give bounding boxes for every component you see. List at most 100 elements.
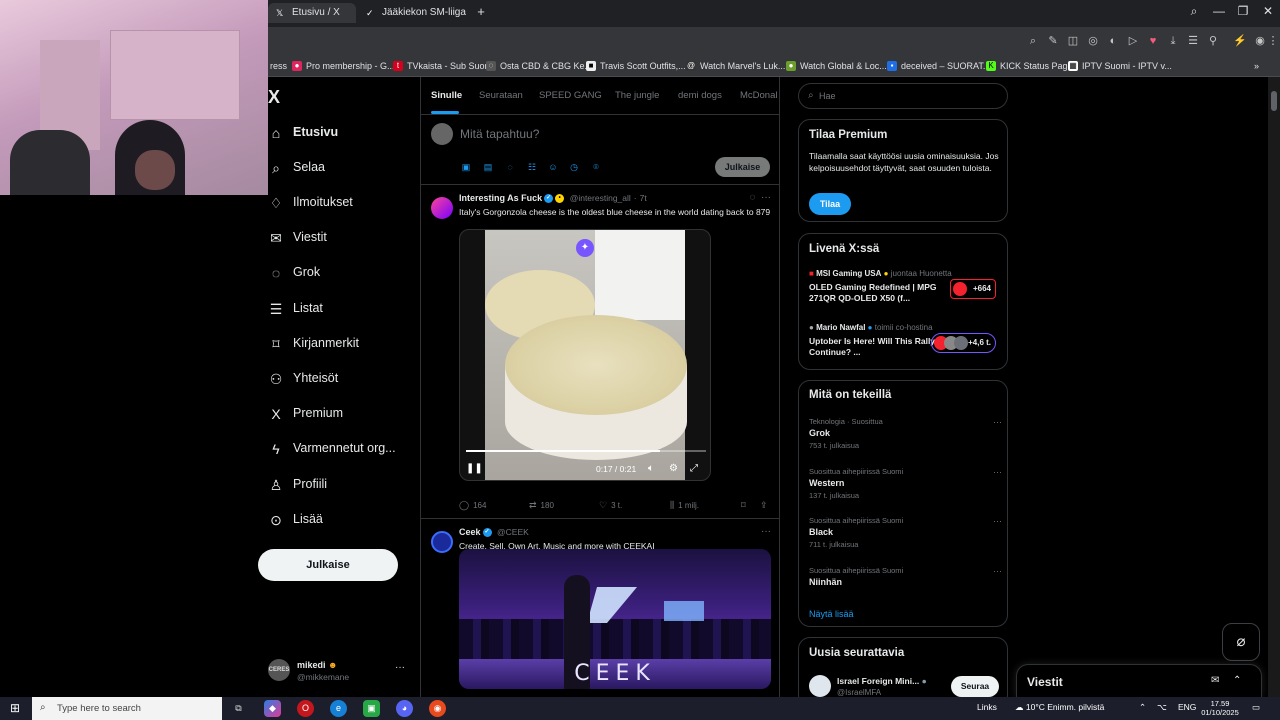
grok-fab-icon[interactable]: ⌀ bbox=[1222, 623, 1260, 661]
messages-drawer[interactable]: Viestit ✉ ⌃ bbox=[1016, 664, 1262, 697]
more-icon[interactable]: ··· bbox=[993, 566, 1002, 576]
more-icon[interactable]: ··· bbox=[993, 417, 1002, 427]
bookmark-item[interactable]: ▦ IPTV Suomi - IPTV v... bbox=[1068, 59, 1172, 73]
close-window-button[interactable]: ✕ bbox=[1256, 4, 1280, 18]
notifications-icon[interactable]: ▭ bbox=[1252, 702, 1260, 713]
edit-icon[interactable]: ✎ bbox=[1046, 34, 1060, 48]
bookmark-item[interactable]: K KICK Status Page bbox=[986, 59, 1073, 73]
reply-button[interactable]: ◯ 164 bbox=[459, 497, 486, 514]
poll-icon[interactable]: ☷ bbox=[526, 161, 538, 173]
browser-tab-x[interactable]: 𝕏 Etusivu / X bbox=[268, 3, 356, 23]
tray-chevron-icon[interactable]: ⌃ bbox=[1139, 702, 1146, 713]
taskbar-search-input[interactable]: ⌕ Type here to search bbox=[32, 697, 222, 720]
compose-input[interactable]: Mitä tapahtuu? bbox=[460, 127, 539, 141]
bookmark-item[interactable]: t TVkaista - Sub Suora bbox=[393, 59, 493, 73]
browser-tab-liiga[interactable]: ✓ Jääkiekon SM-liiga – Liiga bbox=[358, 3, 468, 23]
bookmark-item[interactable]: @ Watch Marvel's Luk... bbox=[686, 59, 785, 73]
links-toolbar[interactable]: Links bbox=[977, 702, 997, 712]
more-icon[interactable]: ◌ ··· bbox=[750, 192, 772, 203]
gif-icon[interactable]: ▤ bbox=[482, 161, 494, 173]
extension-icon[interactable]: ◎ bbox=[1086, 34, 1100, 48]
tab-search-icon[interactable]: ⌕ bbox=[1182, 4, 1206, 19]
chevron-up-icon[interactable]: ⌃ bbox=[1233, 675, 1241, 686]
live-space-item[interactable]: ● Mario Nawfal ● toimii co-hostina Uptob… bbox=[809, 323, 1004, 363]
nav-item-more[interactable]: ⊙ Lisää bbox=[268, 509, 418, 533]
reading-list-icon[interactable]: ☰ bbox=[1186, 34, 1200, 48]
bookmark-item[interactable]: ▪ deceived – SUORAT... bbox=[887, 59, 990, 73]
tab-mcdonalds[interactable]: McDonal bbox=[740, 90, 778, 101]
tweet[interactable]: Interesting As Fuck ✓ • @interesting_all · 7… bbox=[421, 189, 779, 519]
nav-item-bookmarks[interactable]: ⌑ Kirjanmerkit bbox=[268, 333, 418, 357]
extensions-icon[interactable]: ⚲ bbox=[1206, 34, 1220, 48]
nav-item-verified-orgs[interactable]: ϟ Varmennetut org... bbox=[268, 438, 418, 462]
more-bookmarks-icon[interactable]: » bbox=[1254, 59, 1259, 73]
follow-button[interactable]: Seuraa bbox=[951, 676, 999, 697]
tab-the-jungle[interactable]: The jungle bbox=[615, 90, 659, 101]
tweet-author[interactable]: Interesting As Fuck ✓ • @interesting_all · 7… bbox=[459, 193, 647, 204]
task-view-icon[interactable]: ⧉ bbox=[230, 700, 247, 717]
copilot-icon[interactable]: ◆ bbox=[264, 700, 281, 717]
avatar[interactable] bbox=[431, 197, 453, 219]
trend-item[interactable]: Suosittua aihepiirissä Suomi Black 711 t… bbox=[809, 516, 1004, 556]
scrollbar[interactable] bbox=[1268, 77, 1280, 697]
nav-item-profile[interactable]: ♙ Profiili bbox=[268, 474, 418, 498]
more-icon[interactable]: ··· bbox=[761, 526, 771, 537]
bookmark-item[interactable]: ● Watch Global & Loc... bbox=[786, 59, 887, 73]
new-message-icon[interactable]: ✉ bbox=[1211, 675, 1219, 686]
tweet-author[interactable]: Ceek ✓ @CEEK bbox=[459, 527, 529, 538]
trend-item[interactable]: Teknologia · Suosittua Grok 753 t. julka… bbox=[809, 417, 1004, 457]
download-icon[interactable]: ⤓ bbox=[1166, 34, 1180, 48]
nav-item-premium[interactable]: X Premium bbox=[268, 403, 418, 427]
video-progress-bar[interactable] bbox=[466, 450, 706, 452]
windows-start-icon[interactable]: ⊞ bbox=[0, 697, 30, 720]
bookmark-button[interactable]: ⌑ bbox=[741, 497, 750, 514]
clock[interactable]: 17.59 01/10/2025 bbox=[1198, 699, 1242, 717]
more-icon[interactable]: ··· bbox=[993, 516, 1002, 526]
like-button[interactable]: ♡ 3 t. bbox=[599, 497, 622, 514]
location-icon[interactable]: ⌾ bbox=[590, 161, 602, 173]
play-icon[interactable]: ▷ bbox=[1126, 34, 1140, 48]
more-icon[interactable]: ··· bbox=[395, 662, 405, 673]
weather-widget[interactable]: ☁ 10°C Enimm. pilvistä bbox=[1015, 702, 1104, 713]
trend-item[interactable]: Suosittua aihepiirissä Suomi Western 137… bbox=[809, 467, 1004, 507]
nav-item-lists[interactable]: ☰ Listat bbox=[268, 298, 418, 322]
language-indicator[interactable]: ENG bbox=[1178, 702, 1196, 712]
account-switcher[interactable]: CERES mikedi ☻ @mikkemane ··· bbox=[268, 657, 413, 687]
avatar[interactable] bbox=[431, 531, 453, 553]
grok-extension-icon[interactable]: ⚡ bbox=[1233, 34, 1247, 48]
nav-item-grok[interactable]: ◌ Grok bbox=[268, 262, 418, 286]
tab-for-you[interactable]: Sinulle bbox=[431, 90, 462, 101]
nav-item-notifications[interactable]: ♢ Ilmoitukset bbox=[268, 192, 418, 216]
tweet[interactable]: Ceek ✓ @CEEK ··· Create. Sell. Own Art, M… bbox=[421, 523, 779, 697]
minimize-button[interactable]: — bbox=[1207, 4, 1231, 18]
discord-icon[interactable]: ◕ bbox=[396, 700, 413, 717]
tab-speed-gang[interactable]: SPEED GANG bbox=[539, 90, 602, 101]
translate-icon[interactable]: ◐ bbox=[1106, 34, 1120, 48]
image-icon[interactable]: ▣ bbox=[460, 161, 472, 173]
network-icon[interactable]: ⌥ bbox=[1157, 702, 1167, 713]
repost-button[interactable]: ⇄ 180 bbox=[529, 497, 554, 514]
menu-icon[interactable]: ⋮ bbox=[1266, 34, 1280, 48]
app-icon[interactable]: ▣ bbox=[363, 700, 380, 717]
schedule-icon[interactable]: ◷ bbox=[568, 161, 580, 173]
bookmark-item[interactable]: ■ Travis Scott Outfits,... bbox=[586, 59, 686, 73]
zoom-icon[interactable]: ⌕ bbox=[1026, 34, 1040, 48]
emoji-icon[interactable]: ☺ bbox=[547, 161, 559, 173]
volume-icon[interactable]: 🔈︎ bbox=[648, 462, 654, 476]
pause-icon[interactable]: ❚❚ bbox=[466, 462, 483, 476]
firefox-icon[interactable]: ◉ bbox=[429, 700, 446, 717]
tweet-media[interactable]: CEEK bbox=[459, 549, 771, 689]
maximize-button[interactable]: ❐ bbox=[1231, 4, 1255, 18]
views-button[interactable]: ⫼ 1 milj. bbox=[670, 497, 699, 514]
new-tab-button[interactable]: + bbox=[474, 5, 488, 19]
trend-item[interactable]: Suosittua aihepiirissä Suomi Niinhän ··· bbox=[809, 566, 1004, 606]
live-space-item[interactable]: ■ MSI Gaming USA ● juontaa Huonetta OLED… bbox=[809, 269, 1004, 309]
more-icon[interactable]: ··· bbox=[993, 467, 1002, 477]
tab-following[interactable]: Seurataan bbox=[479, 90, 523, 101]
nav-item-home[interactable]: ⌂ Etusivu bbox=[268, 122, 418, 146]
grok-icon[interactable]: ◌ bbox=[750, 192, 756, 203]
show-more-link[interactable]: Näytä lisää bbox=[809, 609, 854, 619]
search-input[interactable]: ⌕ Hae bbox=[798, 83, 1008, 109]
screenshot-icon[interactable]: ◫ bbox=[1066, 34, 1080, 48]
profile-icon[interactable]: ◉ bbox=[1253, 34, 1267, 48]
